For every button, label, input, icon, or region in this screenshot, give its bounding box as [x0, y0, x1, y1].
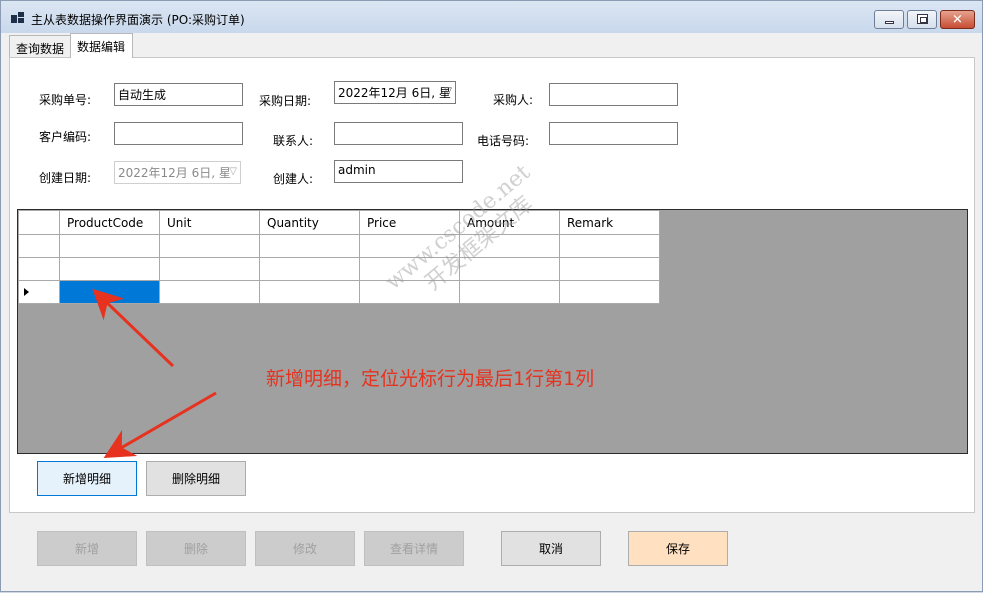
row-header-current[interactable]: [18, 280, 60, 304]
grid-cell[interactable]: [459, 280, 560, 304]
app-icon: [11, 12, 24, 23]
view-details-button[interactable]: 查看详情: [364, 531, 464, 566]
grid-cell[interactable]: [559, 257, 660, 281]
detail-table: ProductCode Unit Quantity Price Amount R…: [18, 210, 660, 304]
close-button[interactable]: ✕: [940, 10, 975, 29]
edit-button[interactable]: 修改: [255, 531, 355, 566]
table-row: [18, 257, 660, 281]
po-number-field[interactable]: 自动生成: [114, 83, 243, 106]
phone-field[interactable]: [549, 122, 678, 145]
grid-cell[interactable]: [159, 257, 260, 281]
create-date-label: 创建日期:: [39, 171, 92, 185]
window-title: 主从表数据操作界面演示 (PO:采购订单): [31, 13, 245, 27]
grid-cell-selected[interactable]: [59, 280, 160, 304]
grid-cell[interactable]: [159, 280, 260, 304]
row-header-corner[interactable]: [18, 210, 60, 235]
purchase-date-label: 采购日期:: [259, 94, 312, 108]
po-number-label: 采购单号:: [39, 93, 92, 107]
table-row-current: [18, 280, 660, 304]
maximize-button[interactable]: [907, 10, 937, 29]
grid-cell[interactable]: [59, 257, 160, 281]
contact-field[interactable]: [334, 122, 463, 145]
current-row-arrow-icon: [24, 288, 29, 296]
annotation-text: 新增明细，定位光标行为最后1行第1列: [266, 368, 595, 390]
row-header[interactable]: [18, 234, 60, 258]
close-icon: ✕: [952, 12, 963, 27]
column-header-productcode[interactable]: ProductCode: [59, 210, 160, 235]
cancel-button[interactable]: 取消: [501, 531, 601, 566]
customer-code-label: 客户编码:: [39, 130, 92, 144]
grid-cell[interactable]: [259, 234, 360, 258]
maximize-icon: [917, 14, 928, 24]
delete-detail-button[interactable]: 删除明细: [146, 461, 246, 496]
create-date-value: 2022年12月 6日, 星: [118, 166, 231, 180]
create-date-picker: 2022年12月 6日, 星 ▽: [114, 161, 241, 184]
new-button[interactable]: 新增: [37, 531, 137, 566]
phone-label: 电话号码:: [477, 134, 530, 148]
purchaser-field[interactable]: [549, 83, 678, 106]
delete-button[interactable]: 删除: [146, 531, 246, 566]
grid-cell[interactable]: [559, 234, 660, 258]
creator-field[interactable]: admin: [334, 160, 463, 183]
grid-cell[interactable]: [259, 280, 360, 304]
purchase-date-picker[interactable]: 2022年12月 6日, 星 ▽: [334, 81, 456, 104]
column-header-quantity[interactable]: Quantity: [259, 210, 360, 235]
grid-cell[interactable]: [559, 280, 660, 304]
grid-cell[interactable]: [59, 234, 160, 258]
main-window: 主从表数据操作界面演示 (PO:采购订单) ✕ 查询数据 数据编辑 采购单号: …: [0, 0, 983, 592]
row-header[interactable]: [18, 257, 60, 281]
grid-cell[interactable]: [159, 234, 260, 258]
column-header-remark[interactable]: Remark: [559, 210, 660, 235]
chevron-down-icon: ▽: [229, 166, 237, 177]
customer-code-field[interactable]: [114, 122, 243, 145]
purchase-date-value: 2022年12月 6日, 星: [338, 86, 451, 100]
contact-label: 联系人:: [273, 134, 314, 148]
chevron-down-icon[interactable]: ▽: [444, 86, 452, 97]
purchaser-label: 采购人:: [493, 93, 534, 107]
add-detail-button[interactable]: 新增明细: [37, 461, 137, 496]
minimize-button[interactable]: [874, 10, 904, 29]
header-row: ProductCode Unit Quantity Price Amount R…: [18, 210, 660, 235]
tab-data-edit[interactable]: 数据编辑: [70, 33, 133, 58]
minimize-icon: [885, 21, 894, 24]
column-header-unit[interactable]: Unit: [159, 210, 260, 235]
table-row: [18, 234, 660, 258]
creator-label: 创建人:: [273, 172, 314, 186]
title-bar[interactable]: 主从表数据操作界面演示 (PO:采购订单) ✕: [1, 1, 982, 33]
tab-query-data[interactable]: 查询数据: [9, 35, 71, 57]
save-button[interactable]: 保存: [628, 531, 728, 566]
grid-cell[interactable]: [259, 257, 360, 281]
